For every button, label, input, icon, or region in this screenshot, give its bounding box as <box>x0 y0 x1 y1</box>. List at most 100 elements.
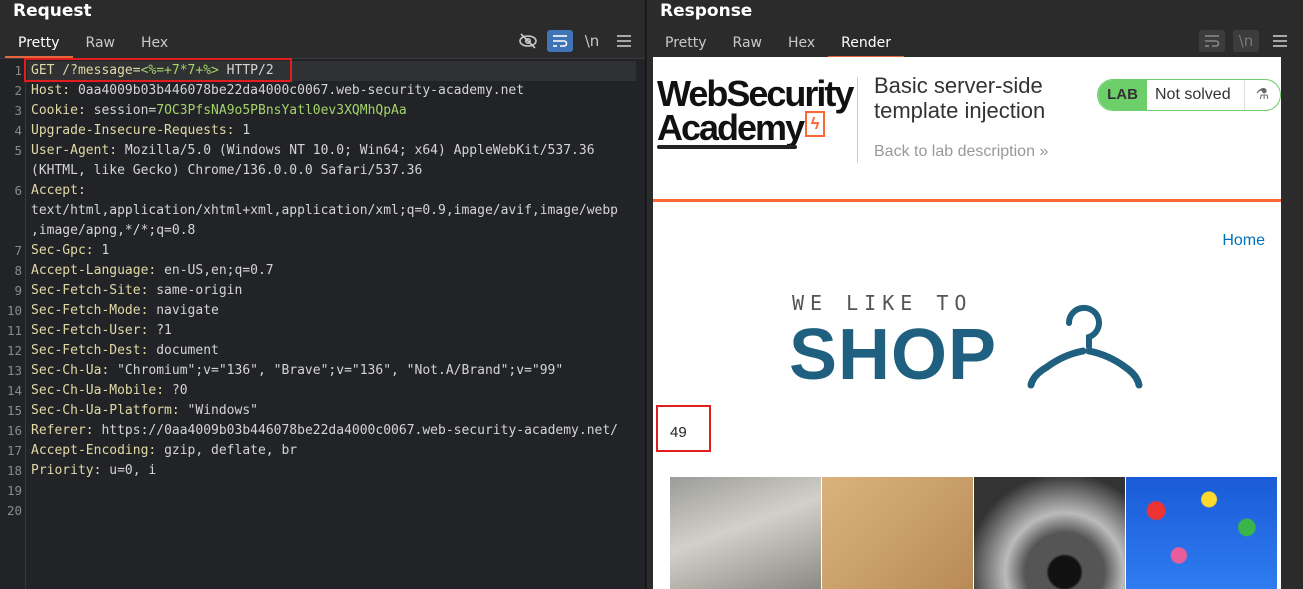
code-line[interactable]: 19 <box>0 481 645 501</box>
code-line[interactable]: 11 Sec-Fetch-User: ?1 <box>0 321 645 341</box>
code-line[interactable]: ,image/apng,*/*;q=0.8 <box>0 221 645 241</box>
menu-icon[interactable] <box>1267 30 1293 52</box>
template-output-value: 49 <box>670 424 687 441</box>
header-value: text/html,application/xhtml+xml,applicat… <box>31 203 618 218</box>
tab-pretty[interactable]: Pretty <box>652 30 720 58</box>
logo-underline <box>657 145 797 149</box>
line-number: 3 <box>14 103 22 118</box>
header-name: Upgrade-Insecure-Requests: <box>31 123 243 138</box>
header-value: ?0 <box>171 383 188 398</box>
header-value: https://0aa4009b03b446078be22da4000c0067… <box>101 423 619 438</box>
request-tabs: Pretty Raw Hex <box>5 30 181 58</box>
header-name: Sec-Gpc: <box>31 243 102 258</box>
product-image[interactable] <box>974 477 1125 589</box>
header-name: Referer: <box>31 423 102 438</box>
line-number: 9 <box>14 283 22 298</box>
request-editor[interactable]: 1 GET /?message=<%=+7*7+%> HTTP/2 2 Host: 0… <box>0 58 645 589</box>
code-line[interactable]: 6 Accept: <box>0 181 645 201</box>
product-image[interactable] <box>822 477 973 589</box>
wrap-lines-icon[interactable] <box>547 30 573 52</box>
code-line[interactable]: (KHTML, like Gecko) Chrome/136.0.0.0 Saf… <box>0 161 645 181</box>
code-text: Cookie: session=7OC3PfsNA9o5PBnsYatl0ev3… <box>31 101 407 121</box>
home-link[interactable]: Home <box>1222 232 1265 250</box>
menu-icon[interactable] <box>611 30 637 52</box>
code-line[interactable]: 14 Sec-Ch-Ua-Mobile: ?0 <box>0 381 645 401</box>
code-text: Sec-Ch-Ua-Mobile: ?0 <box>31 381 188 401</box>
line-number: 11 <box>6 323 22 338</box>
code-text: Sec-Ch-Ua: "Chromium";v="136", "Brave";v… <box>31 361 563 381</box>
code-line[interactable]: 4 Upgrade-Insecure-Requests: 1 <box>0 121 645 141</box>
wrap-lines-icon[interactable] <box>1199 30 1225 52</box>
code-line[interactable]: 17 Accept-Encoding: gzip, deflate, br <box>0 441 645 461</box>
code-line[interactable]: 10 Sec-Fetch-Mode: navigate <box>0 301 645 321</box>
line-number: 13 <box>6 363 22 378</box>
code-line[interactable]: 3 Cookie: session=7OC3PfsNA9o5PBnsYatl0ev… <box>0 101 645 121</box>
lab-title: Basic server-side template injection <box>874 73 1046 123</box>
lab-status-widget: LAB Not solved ⚗ <box>1097 79 1281 111</box>
line-number: 8 <box>14 263 22 278</box>
line-number: 19 <box>6 483 22 498</box>
header-name: Sec-Fetch-User: <box>31 323 157 338</box>
code-text: Sec-Gpc: 1 <box>31 241 109 261</box>
code-text: Sec-Fetch-Mode: navigate <box>31 301 219 321</box>
code-line[interactable]: text/html,application/xhtml+xml,applicat… <box>0 201 645 221</box>
logo-flash-icon: ϟ <box>805 111 826 137</box>
chevron-right-icon: » <box>1039 143 1049 160</box>
code-line[interactable]: 18 Priority: u=0, i <box>0 461 645 481</box>
header-value: "Windows" <box>187 403 258 418</box>
code-text: Sec-Ch-Ua-Platform: "Windows" <box>31 401 258 421</box>
tab-pretty[interactable]: Pretty <box>5 30 73 58</box>
header-value: u=0, i <box>109 463 157 478</box>
newline-icon[interactable]: \n <box>579 30 605 52</box>
code-line[interactable]: 16 Referer: https://0aa4009b03b446078be22… <box>0 421 645 441</box>
line-number: 6 <box>14 183 22 198</box>
response-title: Response <box>660 1 753 21</box>
newline-icon[interactable]: \n <box>1233 30 1259 52</box>
code-line[interactable]: 5 User-Agent: Mozilla/5.0 (Windows NT 10.… <box>0 141 645 161</box>
code-text: ,image/apng,*/*;q=0.8 <box>31 221 195 241</box>
code-line[interactable]: 20 <box>0 501 645 521</box>
line-number: 20 <box>6 503 22 518</box>
line-number: 5 <box>14 143 22 158</box>
code-line[interactable]: 7 Sec-Gpc: 1 <box>0 241 645 261</box>
lab-badge: LAB <box>1098 80 1147 110</box>
code-line[interactable]: 15 Sec-Ch-Ua-Platform: "Windows" <box>0 401 645 421</box>
code-text: Sec-Fetch-Site: same-origin <box>31 281 242 301</box>
tab-render[interactable]: Render <box>828 30 905 58</box>
code-text: Accept: <box>31 181 94 201</box>
lab-status-text: Not solved <box>1155 86 1231 103</box>
header-value: ?1 <box>156 323 172 338</box>
code-line[interactable]: 8 Accept-Language: en-US,en;q=0.7 <box>0 261 645 281</box>
back-to-lab-link[interactable]: Back to lab description » <box>874 143 1048 161</box>
header-value: gzip, deflate, br <box>164 443 298 458</box>
product-thumbnails <box>670 477 1281 589</box>
line-number: 16 <box>6 423 22 438</box>
tab-hex[interactable]: Hex <box>128 30 181 58</box>
header-value: "Chromium";v="136", "Brave";v="136", "No… <box>117 363 564 378</box>
render-scrollbar[interactable] <box>1282 57 1296 589</box>
web-security-academy-logo[interactable]: WebSecurity Academy ϟ <box>657 76 857 149</box>
product-image[interactable] <box>670 477 821 589</box>
header-value: (KHTML, like Gecko) Chrome/136.0.0.0 Saf… <box>31 163 423 178</box>
product-image[interactable] <box>1126 477 1277 589</box>
tab-raw[interactable]: Raw <box>720 30 775 58</box>
line-number: 15 <box>6 403 22 418</box>
header-value: Mozilla/5.0 (Windows NT 10.0; Win64; x64… <box>124 143 595 158</box>
code-line[interactable]: 2 Host: 0aa4009b03b446078be22da4000c0067.… <box>0 81 645 101</box>
eye-hidden-icon[interactable] <box>515 30 541 52</box>
code-line[interactable]: 12 Sec-Fetch-Dest: document <box>0 341 645 361</box>
header-name: Cookie: <box>31 103 94 118</box>
header-value: session= <box>93 103 157 118</box>
code-line[interactable]: 9 Sec-Fetch-Site: same-origin <box>0 281 645 301</box>
code-text: Sec-Fetch-User: ?1 <box>31 321 172 341</box>
header-name: Sec-Fetch-Site: <box>31 283 157 298</box>
code-text: (KHTML, like Gecko) Chrome/136.0.0.0 Saf… <box>31 161 422 181</box>
tab-hex[interactable]: Hex <box>775 30 828 58</box>
header-value: 1 <box>242 123 251 138</box>
header-name: Sec-Fetch-Mode: <box>31 303 157 318</box>
code-line[interactable]: 13 Sec-Ch-Ua: "Chromium";v="136", "Brave"… <box>0 361 645 381</box>
header-name: Sec-Ch-Ua-Platform: <box>31 403 188 418</box>
header-value: 0aa4009b03b446078be22da4000c0067.web-sec… <box>77 83 525 98</box>
tab-raw[interactable]: Raw <box>73 30 128 58</box>
line-number: 17 <box>6 443 22 458</box>
